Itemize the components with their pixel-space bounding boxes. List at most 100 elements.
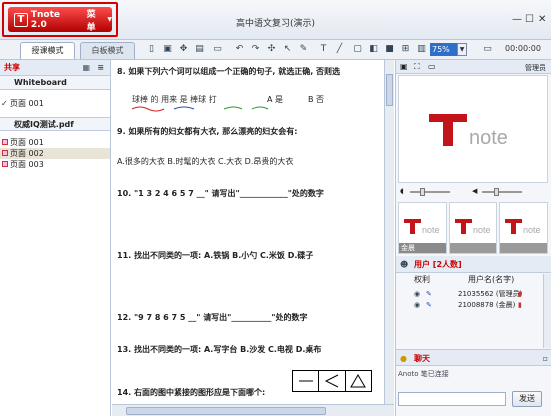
participant-thumb[interactable]: note xyxy=(448,202,498,254)
question-14: 14. 右面的图中紧接的图形应是下面哪个: xyxy=(117,388,266,397)
angle-figure xyxy=(319,371,346,391)
participant-name: 金晨 xyxy=(399,243,446,253)
fullscreen-icon[interactable]: ⛶ xyxy=(414,62,420,72)
option-b: B 否 xyxy=(308,95,325,104)
color-icon[interactable]: ■ xyxy=(384,44,395,55)
question-11: 11. 找出不同类的一项: A.铁锅 B.小勺 C.米饭 D.碟子 xyxy=(117,251,314,260)
webcam-icon[interactable]: ◉ xyxy=(414,300,420,311)
undo-icon[interactable]: ↶ xyxy=(234,44,245,55)
scroll-thumb[interactable] xyxy=(126,407,326,415)
video-view: note xyxy=(398,75,548,183)
pan-icon[interactable]: ✣ xyxy=(266,44,277,55)
redo-icon[interactable]: ↷ xyxy=(250,44,261,55)
document-view[interactable]: 8. 如果下列六个词可以组成一个正确的句子, 就选正确, 否则选 球棒 的 用来… xyxy=(112,60,394,404)
webcam-icon[interactable]: ◉ xyxy=(414,289,420,300)
participant-caption xyxy=(449,243,497,253)
pen-icon[interactable]: ✎ xyxy=(426,300,432,311)
users-scrollbar[interactable] xyxy=(543,274,551,348)
users-header: ☻ 用户 [2人数] xyxy=(396,256,551,273)
mic-volume-slider[interactable] xyxy=(410,191,450,193)
admin-label: 管理员 xyxy=(525,64,546,72)
left-panel: 共享 ▦ ≡ Whiteboard ✓ 页面 001 权威IQ测试.pdf 页面… xyxy=(0,60,111,416)
participant-thumb[interactable]: note 金晨 xyxy=(398,202,447,254)
item-label: 页面 001 xyxy=(10,99,44,108)
save-icon[interactable]: ▣ xyxy=(162,44,173,55)
chat-icon: ● xyxy=(400,354,407,363)
speaker-volume-slider[interactable] xyxy=(482,191,522,193)
move-icon[interactable]: ✥ xyxy=(178,44,189,55)
share-header: 共享 ▦ ≡ xyxy=(0,60,110,76)
col-username: 用户名(名字) xyxy=(468,275,515,284)
print-icon[interactable]: ▤ xyxy=(194,44,205,55)
camera-icon[interactable]: ▣ xyxy=(400,62,408,71)
tab-whiteboard-mode[interactable]: 白板模式 xyxy=(80,42,135,59)
folder-icon[interactable]: ▦ xyxy=(82,60,90,76)
chevron-down-icon[interactable]: ▼ xyxy=(457,43,467,56)
fit-icon[interactable]: ⊞ xyxy=(400,44,411,55)
svg-text:note: note xyxy=(523,225,541,235)
user-icon: ☻ xyxy=(400,260,409,269)
text-icon[interactable]: T xyxy=(318,44,329,55)
user-row[interactable]: ◉ ✎ 21008878 (金晨) ▮ xyxy=(396,300,542,311)
page-icon xyxy=(2,150,8,156)
video-toolbar: ▣ ⛶ ▭ 管理员 xyxy=(396,60,551,74)
tab-lecture-mode[interactable]: 授课模式 xyxy=(20,42,75,59)
speaker-icon[interactable]: ◀ xyxy=(472,187,477,195)
pdf-section[interactable]: 权威IQ测试.pdf xyxy=(0,117,110,131)
user-name: 21035562 (管理员) xyxy=(458,290,523,298)
close-icon[interactable]: ✕ xyxy=(538,14,546,25)
question-10: 10. "1 3 2 4 6 5 7 __" 请写出"____________"… xyxy=(117,189,324,198)
screen-icon[interactable]: ▭ xyxy=(212,44,223,55)
list-item[interactable]: 页面 001 xyxy=(0,137,110,148)
whiteboard-section[interactable]: Whiteboard xyxy=(0,76,110,90)
title-bar: T Tnote 2.0 菜单 ▼ 高中语文复习(演示) — ☐ ✕ xyxy=(0,0,551,40)
horizontal-scrollbar[interactable] xyxy=(112,404,394,416)
new-page-icon[interactable]: ▯ xyxy=(146,44,157,55)
question-9-options: A.很多的大衣 B.时髦的大衣 C.大衣 D.昂贵的大衣 xyxy=(117,157,294,166)
shape-icon[interactable]: ▢ xyxy=(352,44,363,55)
slider-handle[interactable] xyxy=(420,188,425,196)
pen-icon[interactable]: ✎ xyxy=(298,44,309,55)
list-item[interactable]: 页面 003 xyxy=(0,159,110,170)
item-label: 页面 003 xyxy=(10,160,44,169)
tnote-logo-icon: note xyxy=(429,114,508,149)
send-button[interactable]: 发送 xyxy=(512,391,542,407)
expand-icon[interactable]: ▫ xyxy=(543,350,548,367)
vertical-scrollbar[interactable] xyxy=(384,60,394,404)
chat-input[interactable] xyxy=(398,392,506,406)
participant-thumb[interactable]: note xyxy=(499,202,549,254)
svg-text:note: note xyxy=(422,225,440,235)
participant-caption xyxy=(500,243,548,253)
slider-handle[interactable] xyxy=(494,188,499,196)
mic-icon[interactable]: ◖ xyxy=(400,187,404,195)
users-columns: 权利 用户名(名字) xyxy=(396,274,542,286)
tnote-logo-icon: note xyxy=(404,219,440,235)
window-icon[interactable]: ▭ xyxy=(428,62,436,71)
chat-title: 聊天 xyxy=(414,354,430,363)
tnote-logo-icon: note xyxy=(454,219,490,235)
maximize-icon[interactable]: ☐ xyxy=(525,14,534,25)
user-name: 21008878 (金晨) xyxy=(458,301,516,309)
item-label: 页面 001 xyxy=(10,138,44,147)
status-icon: ▮ xyxy=(518,290,522,298)
list-item[interactable]: ✓ 页面 001 xyxy=(0,98,110,109)
select-icon[interactable]: ↖ xyxy=(282,44,293,55)
session-timer: 00:00:00 xyxy=(505,44,541,53)
pen-icon[interactable]: ✎ xyxy=(426,289,432,300)
eraser-icon[interactable]: ◧ xyxy=(368,44,379,55)
line-icon[interactable]: ╱ xyxy=(334,44,345,55)
page-icon xyxy=(2,139,8,145)
page-icon[interactable]: ▥ xyxy=(416,44,427,55)
list-icon[interactable]: ≡ xyxy=(97,60,104,76)
scroll-thumb[interactable] xyxy=(386,74,393,106)
monitor-icon[interactable]: ▭ xyxy=(482,44,493,55)
minimize-icon[interactable]: — xyxy=(512,14,522,25)
chat-message: Anoto 笔已连接 xyxy=(398,370,449,378)
user-row[interactable]: ◉ ✎ 21035562 (管理员) ▮ xyxy=(396,289,542,300)
question-13: 13. 找出不同类的一项: A.写字台 B.沙发 C.电视 D.桌布 xyxy=(117,345,322,354)
check-icon: ✓ xyxy=(1,99,8,108)
list-item[interactable]: 页面 002 xyxy=(0,148,110,159)
right-panel: ▣ ⛶ ▭ 管理员 note ◖ ◀ note 金晨 note note ☻ 用… xyxy=(395,60,551,416)
question-9: 9. 如果所有的妇女都有大衣, 那么漂亮的妇女会有: xyxy=(117,127,298,136)
question-8: 8. 如果下列六个词可以组成一个正确的句子, 就选正确, 否则选 xyxy=(117,67,341,76)
